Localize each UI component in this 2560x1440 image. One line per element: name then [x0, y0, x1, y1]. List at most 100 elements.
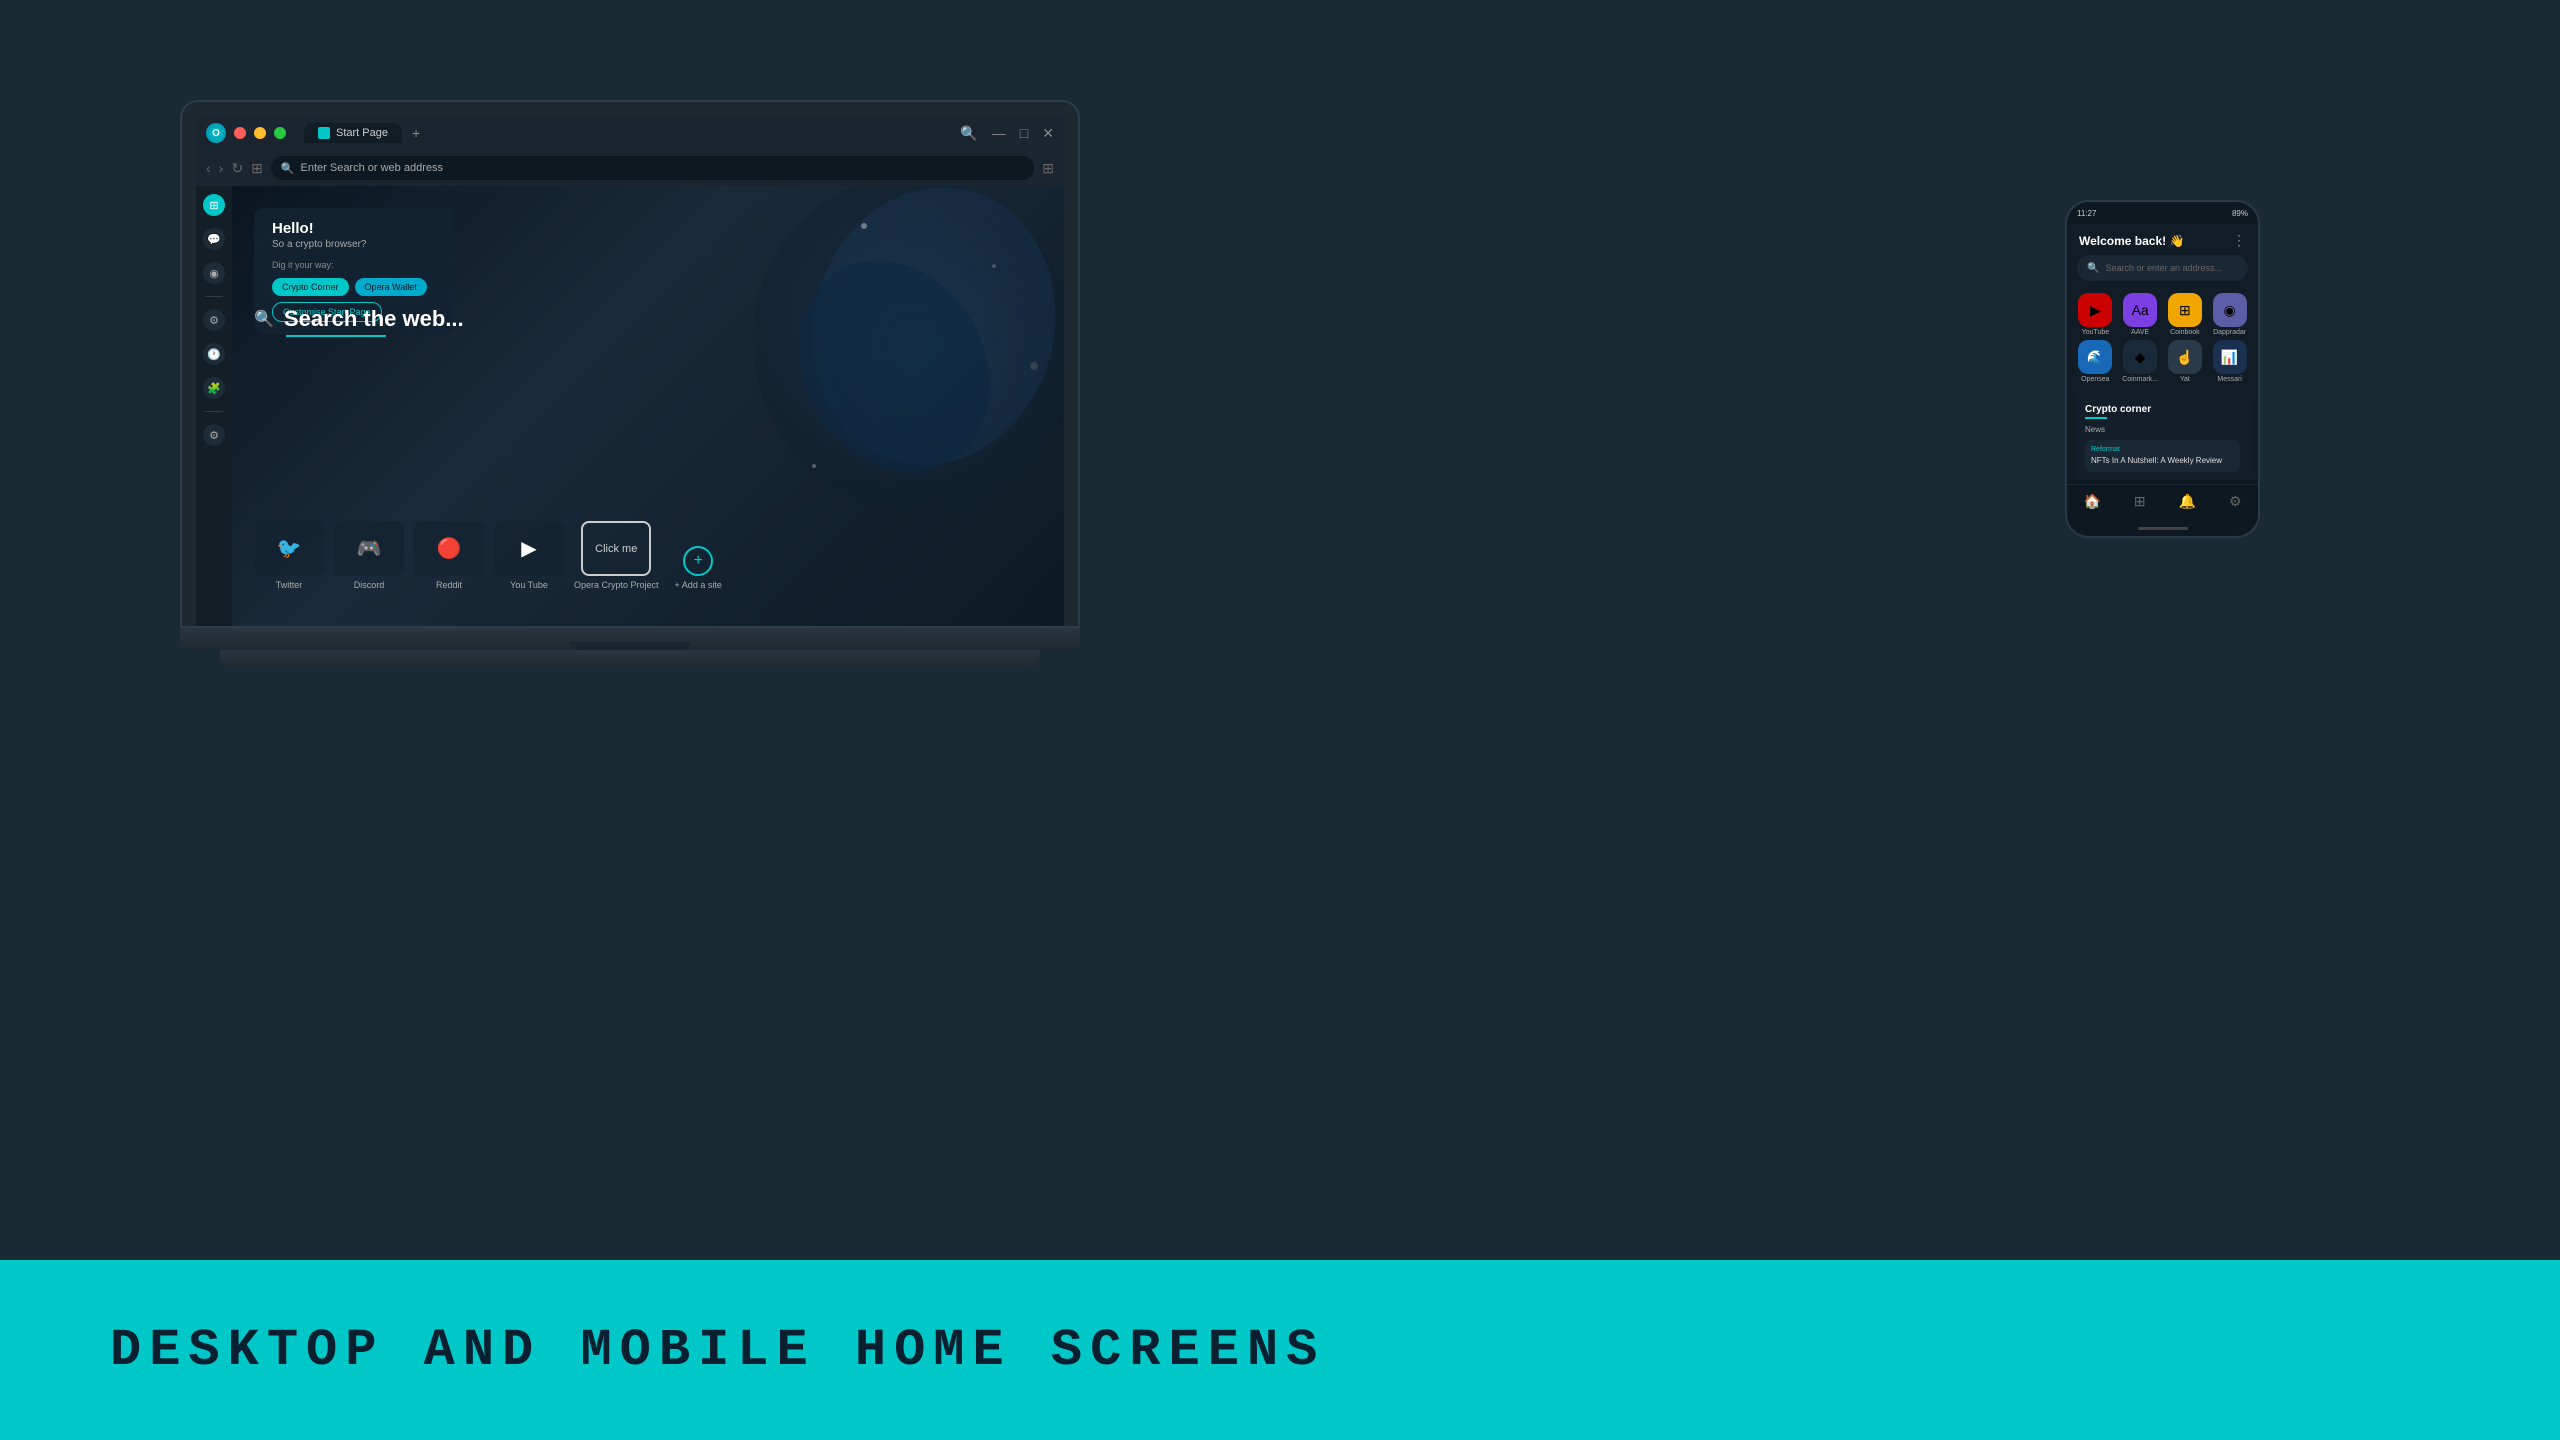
dial-reddit[interactable]: 🔴 Reddit	[414, 521, 484, 590]
phone-speed-dial-grid: ▶ YouTube Aa AAVE ⊞ Coinbook ◉ Dappradar…	[2067, 289, 2258, 387]
phone-battery: 89%	[2232, 209, 2248, 218]
phone-dappradar-icon: ◉	[2213, 293, 2247, 327]
dial-youtube[interactable]: ▶ You Tube	[494, 521, 564, 590]
search-area: 🔍 Search the web...	[254, 306, 464, 337]
bottom-bar-text: DESKTOP AND MOBILE HOME SCREENS	[110, 1321, 1325, 1380]
hello-title: Hello!	[272, 220, 436, 237]
opera-wallet-button[interactable]: Opera Wallet	[355, 278, 427, 296]
phone-body: 11:27 89% Welcome back! 👋 ⋮ 🔍 Search or …	[2065, 200, 2260, 538]
discord-icon-box: 🎮	[334, 521, 404, 576]
tab-bar: Start Page +	[304, 123, 420, 143]
sidebar-home-icon[interactable]: ⊞	[203, 194, 225, 216]
speed-dial: 🐦 Twitter 🎮 Discord 🔴 Reddit ▶	[254, 521, 722, 590]
search-titlebar-icon[interactable]: 🔍	[960, 125, 977, 142]
phone-nav-home[interactable]: 🏠	[2083, 493, 2100, 510]
phone-dial-messari[interactable]: 📊 Messari	[2209, 340, 2250, 383]
phone-news-tag: Reformat	[2091, 446, 2234, 453]
phone-aave-icon: Aa	[2123, 293, 2157, 327]
laptop-device: O Start Page + 🔍 — □ ✕	[180, 100, 1080, 668]
new-tab-button[interactable]: +	[412, 125, 420, 141]
discord-label: Discord	[354, 580, 385, 590]
phone-news-label: News	[2085, 425, 2240, 434]
sidebar-gear-icon[interactable]: ⚙	[203, 424, 225, 446]
home-button[interactable]: ⊞	[251, 160, 263, 177]
phone-coinbook-label: Coinbook	[2170, 329, 2200, 336]
phone-content: Welcome back! 👋 ⋮ 🔍 Search or enter an a…	[2067, 224, 2258, 480]
tab-label: Start Page	[336, 127, 388, 139]
sidebar-crypto-icon[interactable]: ◉	[203, 262, 225, 284]
phone-yat-icon: ☝	[2168, 340, 2202, 374]
phone-nav-settings[interactable]: ⚙	[2229, 493, 2242, 510]
minimize-button[interactable]	[254, 127, 266, 139]
phone-nav-bell[interactable]: 🔔	[2179, 493, 2196, 510]
phone-dial-aave[interactable]: Aa AAVE	[2120, 293, 2161, 336]
sidebar-history-icon[interactable]: 🕐	[203, 343, 225, 365]
close-icon[interactable]: ✕	[1042, 125, 1054, 142]
sidebar-settings-icon[interactable]: ⚙	[203, 309, 225, 331]
add-site-plus-icon: +	[683, 546, 713, 576]
reload-button[interactable]: ↻	[231, 160, 243, 177]
phone-dial-coinbook[interactable]: ⊞ Coinbook	[2165, 293, 2206, 336]
search-underline	[286, 335, 386, 337]
phone-nav-grid[interactable]: ⊞	[2134, 493, 2146, 510]
sidebar-extensions-icon[interactable]: 🧩	[203, 377, 225, 399]
phone-status-bar: 11:27 89%	[2067, 202, 2258, 224]
extensions-button[interactable]: ⊞	[1042, 160, 1054, 177]
dial-twitter[interactable]: 🐦 Twitter	[254, 521, 324, 590]
laptop-base	[180, 628, 1080, 650]
sidebar-divider	[205, 296, 223, 297]
phone-youtube-label: YouTube	[2082, 329, 2110, 336]
dial-discord[interactable]: 🎮 Discord	[334, 521, 404, 590]
phone-crypto-corner-title: Crypto corner	[2085, 404, 2151, 415]
laptop-bottom	[220, 650, 1040, 668]
dial-opera-crypto[interactable]: Click me Opera Crypto Project	[574, 521, 659, 590]
phone-news-card[interactable]: Reformat NFTs In A Nutshell: A Weekly Re…	[2085, 440, 2240, 472]
phone-search-bar[interactable]: 🔍 Search or enter an address...	[2077, 255, 2248, 281]
opera-crypto-icon-box: Click me	[581, 521, 651, 576]
phone-aave-label: AAVE	[2131, 329, 2149, 336]
phone-dial-dappradar[interactable]: ◉ Dappradar	[2209, 293, 2250, 336]
close-button[interactable]	[234, 127, 246, 139]
sidebar-divider-2	[205, 411, 223, 412]
window-controls: 🔍 — □ ✕	[960, 125, 1054, 142]
forward-button[interactable]: ›	[219, 160, 224, 176]
phone-search-icon: 🔍	[2087, 263, 2099, 274]
address-text: Enter Search or web address	[301, 162, 443, 174]
sidebar-messages-icon[interactable]: 💬	[203, 228, 225, 250]
minimize-icon[interactable]: —	[992, 125, 1006, 141]
phone-welcome-text: Welcome back! 👋	[2079, 234, 2184, 248]
phone-coinmark-icon: ◆	[2123, 340, 2157, 374]
search-text: Search the web...	[284, 306, 464, 332]
phone-opensea-label: Opensea	[2081, 376, 2109, 383]
twitter-label: Twitter	[276, 580, 303, 590]
browser-content: Hello! So a crypto browser? Dig it your …	[232, 186, 1064, 626]
maximize-icon[interactable]: □	[1020, 125, 1028, 141]
phone-dial-coinmark[interactable]: ◆ Coinmark...	[2120, 340, 2161, 383]
phone-dial-yat[interactable]: ☝ Yat	[2165, 340, 2206, 383]
youtube-icon-box: ▶	[494, 521, 564, 576]
phone-menu-icon[interactable]: ⋮	[2232, 232, 2246, 249]
phone-dial-youtube[interactable]: ▶ YouTube	[2075, 293, 2116, 336]
active-tab[interactable]: Start Page	[304, 123, 402, 143]
phone-time: 11:27	[2077, 209, 2096, 218]
address-bar-row: ‹ › ↻ ⊞ 🔍 Enter Search or web address ⊞	[196, 150, 1064, 186]
crypto-corner-button[interactable]: Crypto Corner	[272, 278, 349, 296]
phone-bottom-nav: 🏠 ⊞ 🔔 ⚙	[2067, 484, 2258, 520]
phone-dial-opensea[interactable]: 🌊 Opensea	[2075, 340, 2116, 383]
add-site-button[interactable]: + + Add a site	[675, 546, 722, 590]
phone-home-bar	[2067, 520, 2258, 536]
phone-coinbook-icon: ⊞	[2168, 293, 2202, 327]
maximize-button[interactable]	[274, 127, 286, 139]
phone-crypto-corner: Crypto corner News Reformat NFTs In A Nu…	[2075, 391, 2250, 480]
address-bar[interactable]: 🔍 Enter Search or web address	[271, 156, 1034, 180]
mobile-phone: 11:27 89% Welcome back! 👋 ⋮ 🔍 Search or …	[2065, 200, 2260, 538]
search-bar-container: 🔍 Search the web...	[254, 306, 464, 337]
back-button[interactable]: ‹	[206, 160, 211, 176]
phone-dappradar-label: Dappradar	[2213, 329, 2246, 336]
phone-opensea-icon: 🌊	[2078, 340, 2112, 374]
hello-subtitle: So a crypto browser?	[272, 239, 436, 250]
dig-label: Dig it your way:	[272, 260, 436, 270]
phone-youtube-icon: ▶	[2078, 293, 2112, 327]
laptop-screen: O Start Page + 🔍 — □ ✕	[180, 100, 1080, 628]
phone-crypto-underline	[2085, 417, 2107, 419]
